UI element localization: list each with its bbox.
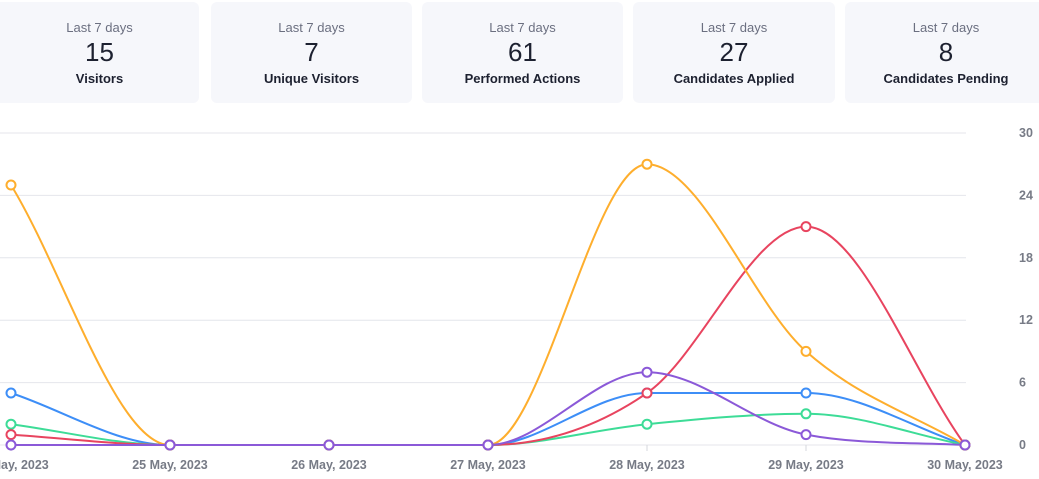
series-line: [10, 163, 966, 447]
x-tick-label: 24 May, 2023: [0, 458, 49, 472]
data-point: [641, 366, 653, 378]
data-point: [641, 387, 653, 399]
grid-lines: [0, 132, 966, 446]
x-tick-label: 25 May, 2023: [132, 458, 208, 472]
x-tick-label: 28 May, 2023: [609, 458, 685, 472]
data-point: [800, 387, 812, 399]
y-axis: 0 6 12 18 24 30: [1019, 126, 1033, 452]
data-point: [800, 408, 812, 420]
data-point: [323, 439, 335, 451]
data-point: [800, 429, 812, 441]
y-tick-label: 24: [1019, 188, 1033, 202]
data-point: [641, 418, 653, 430]
x-tick-label: 27 May, 2023: [450, 458, 526, 472]
x-axis: 24 May, 2023 25 May, 2023 26 May, 2023 27 M…: [0, 445, 1003, 472]
y-tick-label: 18: [1019, 251, 1033, 265]
data-point: [5, 429, 17, 441]
data-point: [482, 439, 494, 451]
y-tick-label: 0: [1019, 438, 1026, 452]
series-3: [10, 225, 966, 447]
series-line: [11, 371, 966, 447]
data-point: [5, 439, 17, 451]
series-5: [11, 371, 966, 447]
data-point: [800, 221, 812, 233]
x-tick-label: 26 May, 2023: [291, 458, 367, 472]
y-tick-label: 30: [1019, 126, 1033, 140]
series-4-markers: [5, 158, 971, 451]
series-line: [10, 225, 966, 447]
data-point: [800, 345, 812, 357]
x-tick-label: 29 May, 2023: [768, 458, 844, 472]
activity-line-chart: 0 6 12 18 24 30 24 May, 2023 25 May, 2023 26 May…: [0, 126, 1033, 472]
data-point: [641, 158, 653, 170]
y-tick-label: 12: [1019, 313, 1033, 327]
data-point: [959, 439, 971, 451]
data-point: [5, 179, 17, 191]
series-4: [10, 163, 966, 447]
data-point: [164, 439, 176, 451]
x-tick-label: 30 May, 2023: [927, 458, 1003, 472]
y-tick-label: 6: [1019, 376, 1026, 390]
data-point: [5, 418, 17, 430]
data-point: [5, 387, 17, 399]
